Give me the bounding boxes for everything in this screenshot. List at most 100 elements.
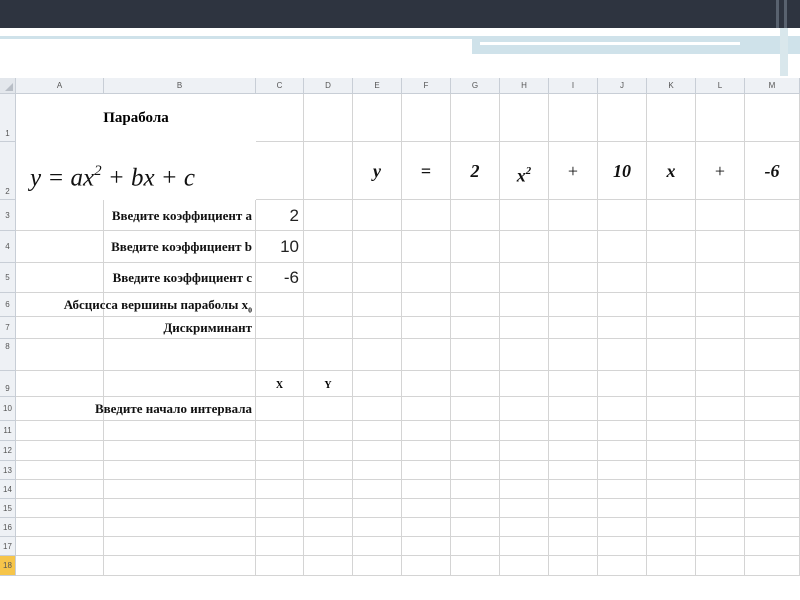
header-y[interactable]: Y xyxy=(304,371,353,397)
grid-cell[interactable] xyxy=(500,421,549,441)
grid-cell[interactable] xyxy=(304,518,353,537)
grid-cell[interactable] xyxy=(353,94,402,142)
col-header-d[interactable]: D xyxy=(304,78,353,94)
grid-cell[interactable] xyxy=(696,397,745,421)
eq-cell-equals[interactable]: = xyxy=(402,142,451,200)
grid-cell[interactable] xyxy=(745,556,800,576)
grid-cell[interactable] xyxy=(402,441,451,461)
col-header-e[interactable]: E xyxy=(353,78,402,94)
label-coef-a[interactable]: Введите коэффициент a xyxy=(16,200,256,231)
row-header-1[interactable]: 1 xyxy=(0,94,16,142)
grid-cell[interactable] xyxy=(353,421,402,441)
grid-cell[interactable] xyxy=(304,461,353,480)
grid-cell[interactable] xyxy=(598,537,647,556)
eq-cell-plus1[interactable]: + xyxy=(549,142,598,200)
grid-cell[interactable] xyxy=(549,461,598,480)
grid-cell[interactable] xyxy=(304,397,353,421)
grid-cell[interactable] xyxy=(598,263,647,293)
grid-cell[interactable] xyxy=(451,317,500,339)
grid-cell[interactable] xyxy=(16,480,104,499)
grid-cell[interactable] xyxy=(500,94,549,142)
grid-cell[interactable] xyxy=(598,371,647,397)
grid-cell[interactable] xyxy=(647,499,696,518)
grid-cell[interactable] xyxy=(16,339,104,371)
grid-cell[interactable] xyxy=(256,537,304,556)
grid-cell[interactable] xyxy=(256,556,304,576)
grid-cell[interactable] xyxy=(353,200,402,231)
grid-cell[interactable] xyxy=(598,94,647,142)
grid-cell[interactable] xyxy=(500,480,549,499)
grid-cell[interactable] xyxy=(647,263,696,293)
eq-cell-x[interactable]: x xyxy=(647,142,696,200)
grid-cell[interactable] xyxy=(451,94,500,142)
grid-cell[interactable] xyxy=(353,317,402,339)
row-header-7[interactable]: 7 xyxy=(0,317,16,339)
grid-cell[interactable] xyxy=(696,421,745,441)
grid-cell[interactable] xyxy=(696,556,745,576)
grid-cell[interactable] xyxy=(353,293,402,317)
grid-cell[interactable] xyxy=(745,537,800,556)
row-header-10[interactable]: 10 xyxy=(0,397,16,421)
grid-cell[interactable] xyxy=(304,94,353,142)
row-header-15[interactable]: 15 xyxy=(0,499,16,518)
grid-cell[interactable] xyxy=(598,397,647,421)
grid-cell[interactable] xyxy=(304,421,353,441)
grid-cell[interactable] xyxy=(745,339,800,371)
input-coef-b[interactable]: 10 xyxy=(256,231,304,263)
grid-cell[interactable] xyxy=(500,231,549,263)
grid-cell[interactable] xyxy=(500,317,549,339)
grid-cell[interactable] xyxy=(549,397,598,421)
grid-cell[interactable] xyxy=(500,263,549,293)
label-vertex[interactable]: Абсцисса вершины параболы x0 xyxy=(16,293,256,317)
grid-cell[interactable] xyxy=(647,441,696,461)
grid-cell[interactable] xyxy=(104,556,256,576)
grid-cell[interactable] xyxy=(745,371,800,397)
grid-cell[interactable] xyxy=(104,441,256,461)
grid-cell[interactable] xyxy=(451,397,500,421)
col-header-a[interactable]: A xyxy=(16,78,104,94)
grid-cell[interactable] xyxy=(549,537,598,556)
grid-cell[interactable] xyxy=(745,441,800,461)
grid-cell[interactable] xyxy=(500,397,549,421)
grid-cell[interactable] xyxy=(598,231,647,263)
grid-cell[interactable] xyxy=(304,142,353,200)
col-header-i[interactable]: I xyxy=(549,78,598,94)
grid-cell[interactable] xyxy=(451,461,500,480)
grid-cell[interactable] xyxy=(402,556,451,576)
grid-cell[interactable] xyxy=(647,231,696,263)
grid-cell[interactable] xyxy=(549,293,598,317)
grid-cell[interactable] xyxy=(304,480,353,499)
grid-cell[interactable] xyxy=(402,461,451,480)
grid-cell[interactable] xyxy=(549,231,598,263)
grid-cell[interactable] xyxy=(402,421,451,441)
grid-cell[interactable] xyxy=(647,397,696,421)
grid-cell[interactable] xyxy=(104,499,256,518)
grid-cell[interactable] xyxy=(256,339,304,371)
spreadsheet-grid[interactable]: A B C D E F G H I J K L M 1 2 3 4 5 6 7 … xyxy=(0,78,800,580)
grid-cell[interactable] xyxy=(16,461,104,480)
grid-cell[interactable] xyxy=(451,200,500,231)
col-header-k[interactable]: K xyxy=(647,78,696,94)
grid-cell[interactable] xyxy=(353,371,402,397)
grid-cell[interactable] xyxy=(549,371,598,397)
row-header-5[interactable]: 5 xyxy=(0,263,16,293)
grid-cell[interactable] xyxy=(304,317,353,339)
grid-cell[interactable] xyxy=(451,480,500,499)
grid-cell[interactable] xyxy=(104,537,256,556)
grid-cell[interactable] xyxy=(745,480,800,499)
grid-cell[interactable] xyxy=(16,556,104,576)
grid-cell[interactable] xyxy=(256,293,304,317)
grid-cell[interactable] xyxy=(402,499,451,518)
grid-cell[interactable] xyxy=(745,397,800,421)
grid-cell[interactable] xyxy=(696,371,745,397)
grid-cell[interactable] xyxy=(500,556,549,576)
col-header-c[interactable]: C xyxy=(256,78,304,94)
label-coef-b[interactable]: Введите коэффициент b xyxy=(16,231,256,263)
grid-cell[interactable] xyxy=(647,480,696,499)
grid-cell[interactable] xyxy=(353,537,402,556)
col-header-f[interactable]: F xyxy=(402,78,451,94)
grid-cell[interactable] xyxy=(549,441,598,461)
grid-cell[interactable] xyxy=(745,231,800,263)
grid-cell[interactable] xyxy=(402,94,451,142)
eq-cell-plus2[interactable]: + xyxy=(696,142,745,200)
